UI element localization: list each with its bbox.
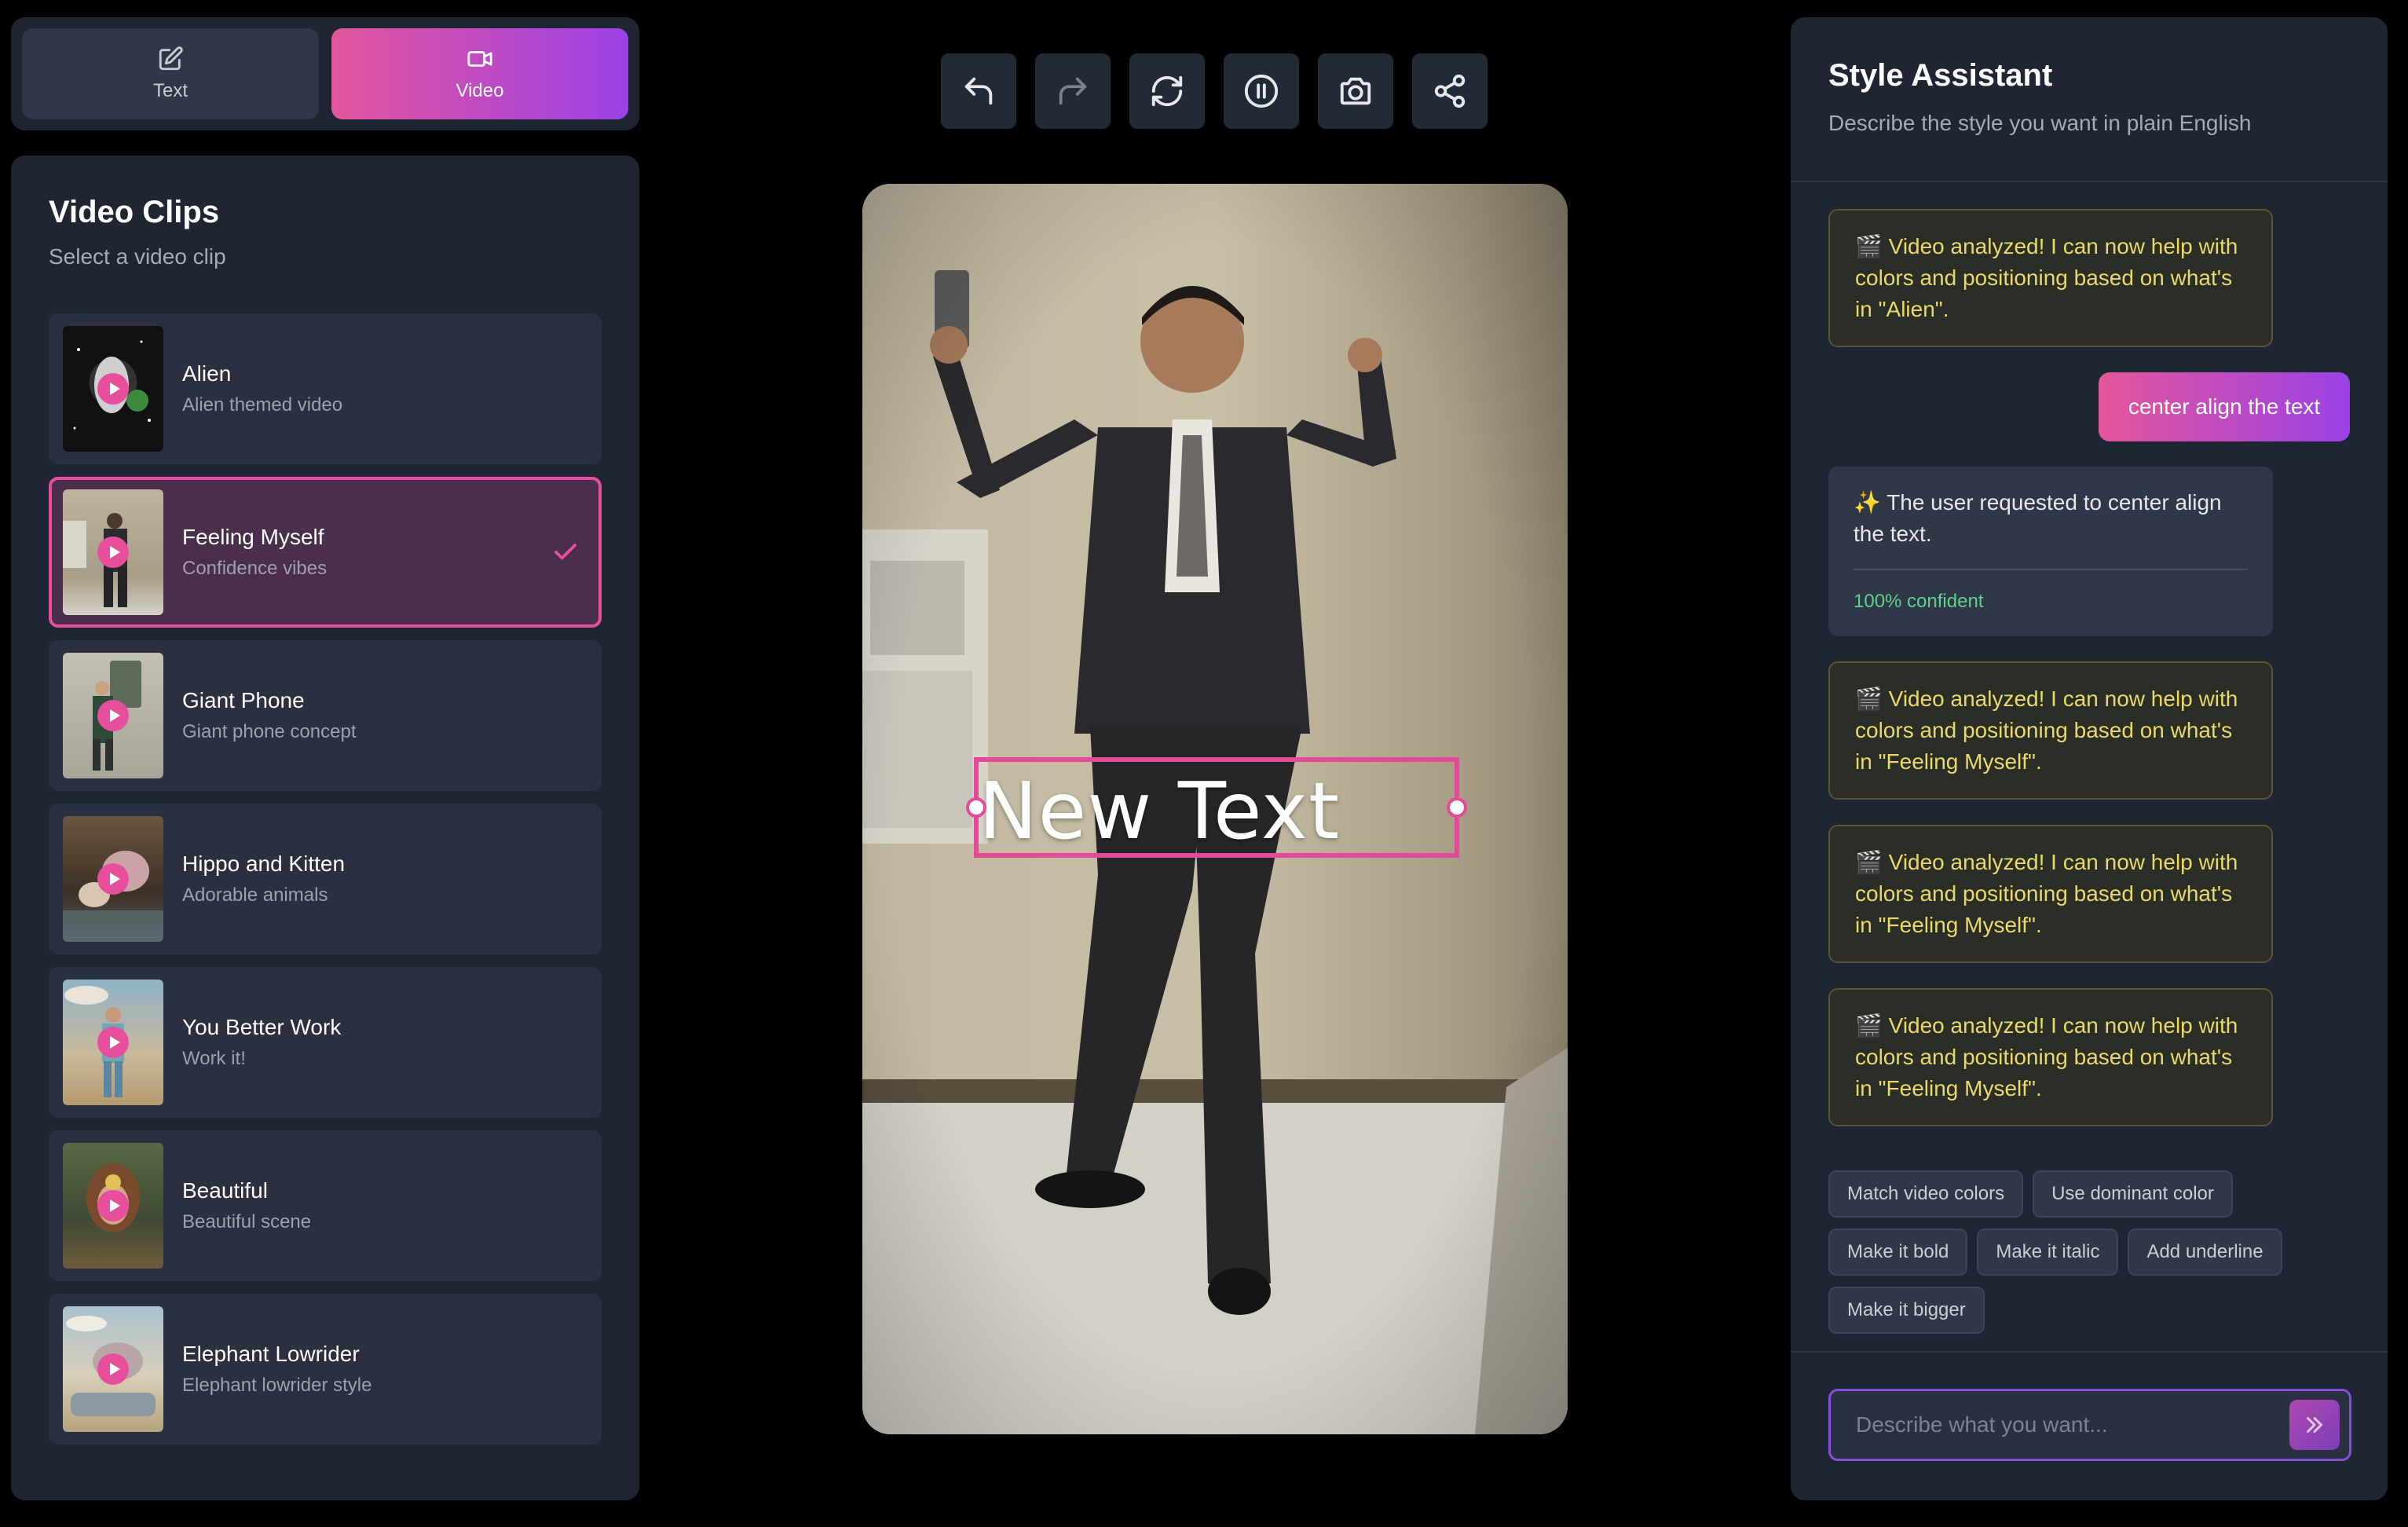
assistant-subtitle: Describe the style you want in plain Eng… (1828, 111, 2252, 135)
text-overlay-selection[interactable]: New Text (966, 757, 1467, 858)
redo-button[interactable] (1035, 53, 1111, 129)
divider (1854, 569, 2248, 570)
send-icon (2307, 1417, 2322, 1433)
suggestion-chip[interactable]: Make it bigger (1828, 1287, 1985, 1334)
play-icon (97, 1027, 129, 1058)
assistant-message: 🎬 Video analyzed! I can now help with co… (1828, 988, 2273, 1126)
confidence-label: 100% confident (1854, 591, 1984, 612)
assistant-response: ✨ The user requested to center align the… (1828, 467, 2273, 636)
pause-button[interactable] (1224, 53, 1299, 129)
video-preview[interactable]: New Text (862, 184, 1568, 1434)
clip-description: Work it! (182, 1048, 246, 1069)
clips-panel-title: Video Clips (49, 195, 220, 229)
pause-icon (1244, 74, 1279, 108)
overlay-text[interactable]: New Text (979, 765, 1340, 857)
video-clips-panel: Video Clips Select a video clip Alien Al… (11, 156, 639, 1500)
text-mode-label: Text (152, 80, 188, 101)
clip-item-elephant-lowrider[interactable]: Elephant Lowrider Elephant lowrider styl… (49, 1294, 602, 1445)
clip-item-you-better-work[interactable]: You Better Work Work it! (49, 967, 602, 1118)
editor-toolbar (941, 53, 1488, 129)
resize-handle-right[interactable] (1447, 797, 1467, 818)
clip-thumbnail (63, 1143, 163, 1269)
undo-button[interactable] (941, 53, 1016, 129)
undo-icon (964, 77, 993, 105)
clip-description: Elephant lowrider style (182, 1375, 372, 1396)
assistant-message: 🎬 Video analyzed! I can now help with co… (1828, 661, 2273, 800)
video-mode-button[interactable]: Video (331, 28, 628, 119)
divider (1791, 1351, 2388, 1353)
clip-description: Giant phone concept (182, 721, 357, 742)
clip-thumbnail (63, 1306, 163, 1432)
assistant-message: 🎬 Video analyzed! I can now help with co… (1828, 209, 2273, 347)
assistant-title: Style Assistant (1828, 58, 2053, 93)
assistant-message: 🎬 Video analyzed! I can now help with co… (1828, 825, 2273, 963)
clip-item-giant-phone[interactable]: Giant Phone Giant phone concept (49, 640, 602, 791)
clip-item-beautiful[interactable]: Beautiful Beautiful scene (49, 1130, 602, 1281)
play-icon (97, 373, 129, 405)
clip-thumbnail (63, 489, 163, 615)
play-icon (97, 536, 129, 568)
suggestion-chip[interactable]: Make it bold (1828, 1229, 1968, 1276)
user-message: center align the text (2099, 372, 2350, 441)
clip-item-alien[interactable]: Alien Alien themed video (49, 313, 602, 464)
redo-icon (1059, 77, 1087, 105)
suggestion-chip[interactable]: Use dominant color (2033, 1170, 2233, 1218)
resize-handle-left[interactable] (966, 797, 986, 818)
chat-messages: 🎬 Video analyzed! I can now help with co… (1828, 209, 2350, 1152)
clip-list: Alien Alien themed video Feeling Myself … (49, 313, 602, 1445)
send-button[interactable] (2289, 1400, 2340, 1450)
clip-item-hippo-and-kitten[interactable]: Hippo and Kitten Adorable animals (49, 804, 602, 954)
clip-name: Beautiful (182, 1178, 268, 1203)
video-camera-icon (467, 51, 492, 67)
clip-name: Elephant Lowrider (182, 1342, 360, 1366)
play-icon (97, 863, 129, 895)
play-icon (97, 1353, 129, 1385)
snapshot-button[interactable] (1318, 53, 1393, 129)
mode-switch: Text Video (11, 17, 639, 130)
clip-name: Hippo and Kitten (182, 851, 346, 876)
refresh-button[interactable] (1129, 53, 1205, 129)
edit-icon (159, 46, 183, 71)
clip-description: Confidence vibes (182, 558, 328, 579)
suggestion-chips: Match video colors Use dominant color Ma… (1828, 1170, 2362, 1334)
clip-thumbnail (63, 326, 163, 452)
play-icon (97, 700, 129, 731)
clip-name: Feeling Myself (182, 525, 324, 549)
text-mode-button[interactable]: Text (22, 28, 319, 119)
clip-description: Alien themed video (182, 394, 343, 416)
clip-thumbnail (63, 653, 163, 778)
suggestion-chip[interactable]: Make it italic (1977, 1229, 2119, 1276)
refresh-icon (1151, 75, 1183, 107)
video-mode-label: Video (456, 80, 504, 101)
play-icon (97, 1190, 129, 1221)
check-icon (554, 544, 576, 560)
clip-thumbnail (63, 816, 163, 942)
clip-name: Alien (182, 361, 232, 386)
clips-panel-subtitle: Select a video clip (49, 244, 226, 269)
clip-item-feeling-myself[interactable]: Feeling Myself Confidence vibes (49, 477, 602, 628)
suggestion-chip[interactable]: Match video colors (1828, 1170, 2024, 1218)
chat-input[interactable] (1831, 1412, 2289, 1437)
suggestion-chip[interactable]: Add underline (2128, 1229, 2282, 1276)
share-icon (1434, 74, 1466, 108)
style-assistant-panel: Style Assistant Describe the style you w… (1791, 17, 2388, 1500)
clip-description: Adorable animals (182, 884, 328, 906)
share-button[interactable] (1412, 53, 1488, 129)
clip-thumbnail (63, 980, 163, 1105)
clip-name: Giant Phone (182, 688, 305, 712)
camera-icon (1340, 77, 1371, 105)
clip-name: You Better Work (182, 1015, 342, 1039)
response-text: ✨ The user requested to center align the… (1854, 490, 2222, 546)
chat-input-container (1828, 1389, 2351, 1461)
clip-description: Beautiful scene (182, 1211, 312, 1232)
